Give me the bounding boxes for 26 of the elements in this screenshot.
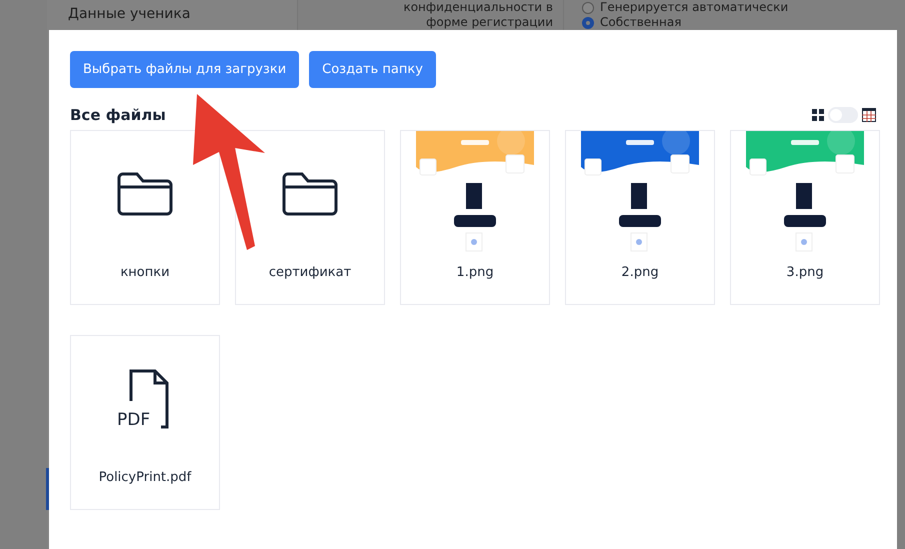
radio-button[interactable]: [582, 2, 594, 14]
file-card[interactable]: 1.png: [400, 130, 550, 305]
file-name: PolicyPrint.pdf: [98, 470, 192, 485]
section-title: Все файлы: [70, 106, 166, 124]
grid-view-icon[interactable]: [812, 109, 824, 121]
file-name: 2.png: [621, 265, 659, 280]
file-card[interactable]: 2.png: [565, 130, 715, 305]
file-card[interactable]: PDF PolicyPrint.pdf: [70, 335, 220, 510]
radio-label: Генерируется автоматически: [600, 0, 788, 15]
action-button[interactable]: Выбрать файлы для загрузки: [70, 51, 300, 88]
file-card[interactable]: 3.png: [730, 130, 880, 305]
file-name: 3.png: [786, 265, 824, 280]
table-view-icon[interactable]: [862, 108, 876, 122]
folder-icon: [280, 170, 340, 218]
file-name: сертификат: [268, 265, 352, 280]
file-name: кнопки: [120, 265, 170, 280]
radio-button[interactable]: [582, 16, 594, 28]
file-card[interactable]: сертификат: [235, 130, 385, 305]
field-label: форме регистрации: [426, 15, 553, 30]
action-button[interactable]: Создать папку: [309, 51, 436, 88]
sidebar-item[interactable]: Данные ученика: [68, 6, 190, 22]
radio-label: Собственная: [600, 15, 682, 30]
folder-icon: [115, 170, 175, 218]
field-label: конфиденциальности в: [403, 0, 553, 15]
file-name: 1.png: [456, 265, 494, 280]
active-indicator: [46, 468, 49, 510]
